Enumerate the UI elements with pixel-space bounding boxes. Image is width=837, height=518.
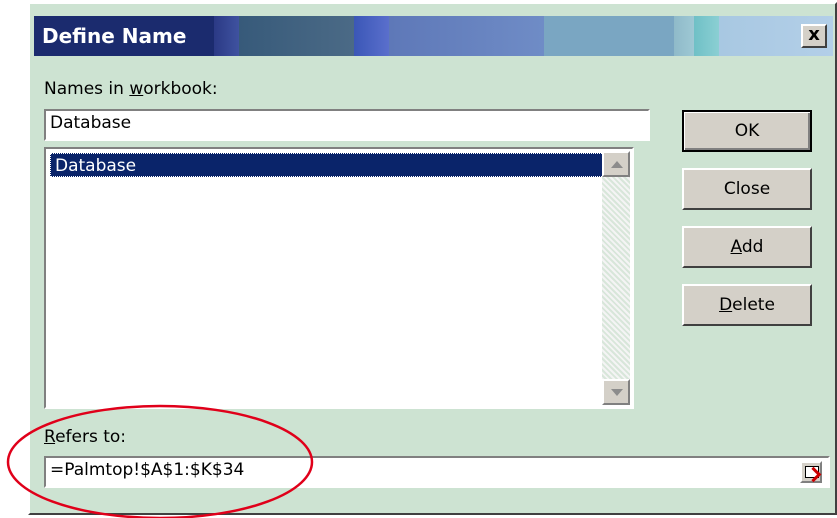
close-icon[interactable]: x: [801, 24, 827, 48]
names-listbox[interactable]: Database: [44, 147, 634, 409]
close-button[interactable]: Close: [682, 168, 812, 210]
refers-label-rest: efers to:: [55, 427, 127, 447]
refers-to-label: Refers to:: [44, 426, 126, 448]
refers-to-value: =Palmtop!$A$1:$K$34: [50, 460, 245, 480]
scroll-down-button[interactable]: [602, 379, 630, 405]
dialog-title: Define Name: [42, 24, 187, 48]
delete-button[interactable]: Delete: [682, 284, 812, 326]
scroll-up-arrow-icon: [611, 161, 623, 168]
collapse-dialog-button[interactable]: [800, 461, 822, 483]
listbox-scrollbar[interactable]: [602, 151, 630, 405]
add-rest: dd: [741, 237, 764, 257]
refers-label-accel: R: [44, 427, 56, 447]
names-label-post: orkbook:: [143, 79, 218, 99]
define-name-dialog: Define Name x Names in workbook: Databas…: [28, 2, 837, 515]
list-item[interactable]: Database: [50, 153, 610, 177]
delete-rest: elete: [732, 295, 775, 315]
title-bar: Define Name x: [34, 16, 833, 56]
names-input[interactable]: Database: [44, 109, 650, 141]
scroll-down-arrow-icon: [611, 389, 623, 396]
names-label-pre: Names in: [44, 79, 130, 99]
names-label-accel: w: [129, 79, 144, 99]
names-in-workbook-label: Names in workbook:: [44, 78, 218, 100]
scroll-up-button[interactable]: [602, 151, 630, 177]
ok-button[interactable]: OK: [682, 110, 812, 152]
add-button[interactable]: Add: [682, 226, 812, 268]
add-accel: A: [730, 237, 742, 257]
refers-to-field[interactable]: =Palmtop!$A$1:$K$34: [44, 456, 830, 488]
delete-accel: D: [719, 295, 733, 315]
